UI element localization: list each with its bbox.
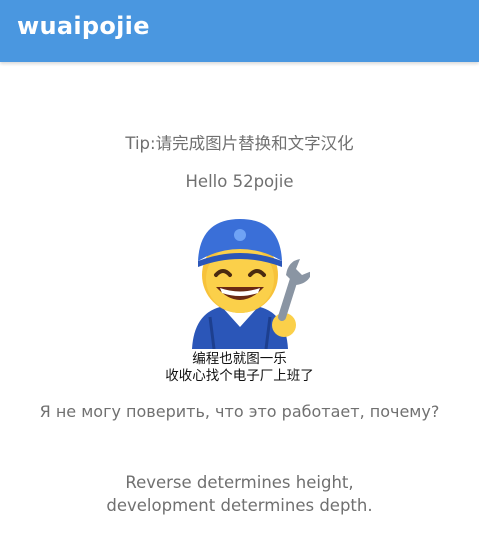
image-caption-line2: 收收心找个电子厂上班了 bbox=[165, 368, 314, 384]
tip-text: Tip:请完成图片替换和文字汉化 bbox=[125, 134, 354, 153]
app-bar: wuaipojie bbox=[0, 0, 479, 62]
image-caption-line1: 编程也就图一乐 bbox=[192, 351, 287, 367]
hello-text: Hello 52pojie bbox=[185, 172, 294, 191]
footer-line2: development determines depth. bbox=[106, 496, 373, 515]
russian-text: Я не могу поверить, что это работает, по… bbox=[39, 402, 440, 421]
main-content: Tip:请完成图片替换和文字汉化 Hello 52pojie 编程也就图一乐 收… bbox=[0, 62, 479, 537]
mechanic-emoji-icon bbox=[192, 219, 310, 349]
app-title: wuaipojie bbox=[17, 12, 150, 40]
footer-line1: Reverse determines height, bbox=[125, 473, 354, 492]
